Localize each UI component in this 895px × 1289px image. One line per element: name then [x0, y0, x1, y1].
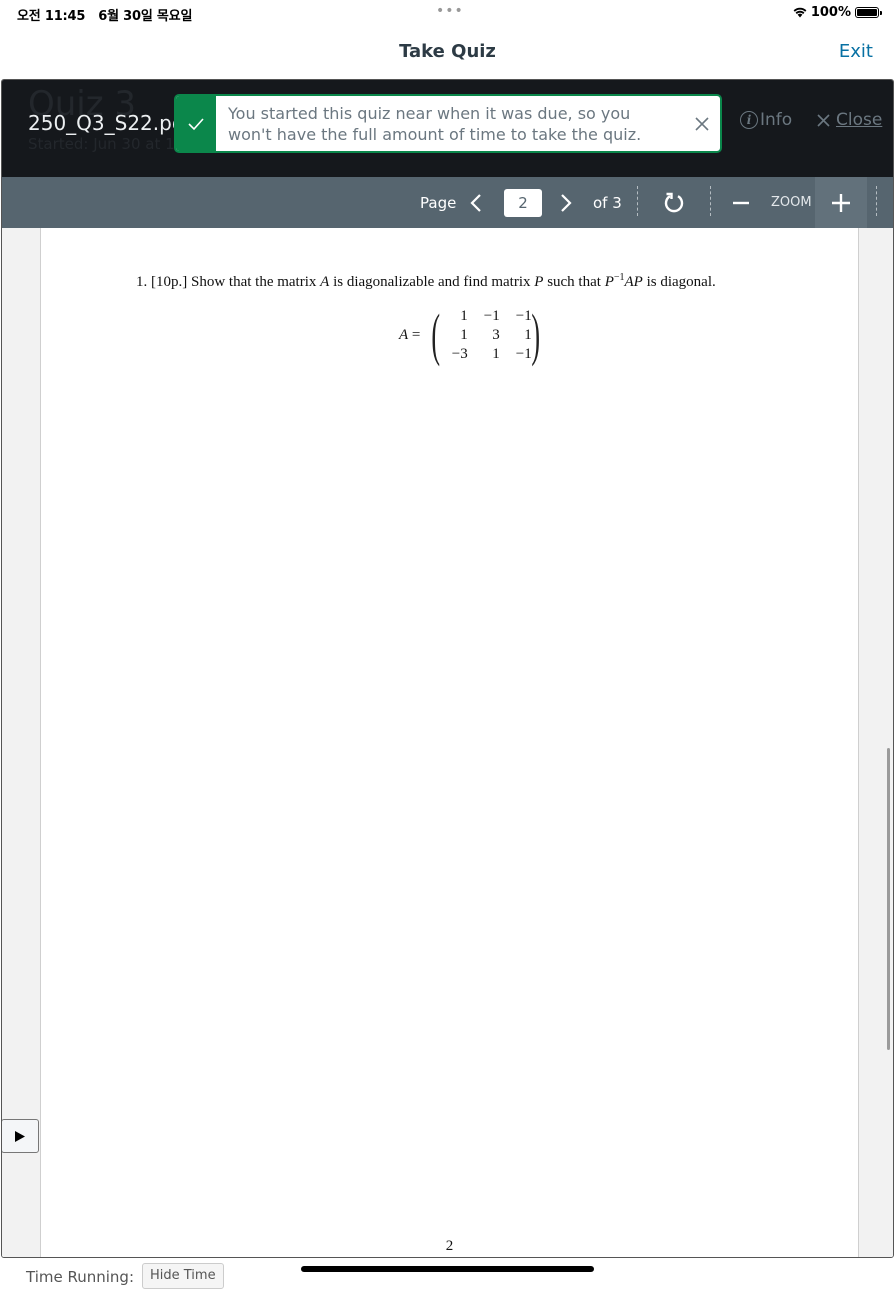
question-text: 1. [10p.] Show that the matrix A is diag… [136, 272, 716, 291]
close-button[interactable]: Close [817, 110, 882, 130]
matrix-cell: −1 [515, 307, 532, 324]
file-name: 250_Q3_S22.pdf [28, 111, 192, 135]
info-icon: i [740, 111, 758, 129]
hide-time-button[interactable]: Hide Time [142, 1263, 224, 1289]
matrix-cell: −3 [451, 345, 468, 362]
time-running-label: Time Running: [26, 1268, 134, 1286]
matrix-a: A = ( 1 −1 −1 1 3 1 −3 1 −1 ) [399, 306, 545, 364]
wifi-icon [793, 7, 807, 18]
status-indicators: 100% [793, 5, 882, 20]
close-label: Close [836, 110, 883, 130]
matrix-cell: 1 [460, 326, 468, 343]
status-date: 6월 30일 목요일 [98, 9, 193, 24]
divider [637, 186, 638, 216]
close-icon [695, 116, 709, 131]
chevron-right-icon [561, 193, 572, 212]
var-a: A [320, 274, 330, 290]
matrix-cell: −1 [515, 345, 532, 362]
rotate-icon [664, 192, 684, 212]
status-time: 오전 11:45 [17, 9, 86, 24]
page-number-input[interactable]: 2 [504, 188, 542, 217]
exit-button[interactable]: Exit [839, 41, 873, 62]
question-mid: is diagonalizable and find matrix [329, 274, 535, 290]
matrix-grid: 1 −1 −1 1 3 1 −3 1 −1 [440, 308, 532, 363]
viewer-header: Quiz 3 Started: Jun 30 at 1 250_Q3_S22.p… [2, 80, 893, 177]
matrix-cell: 1 [492, 345, 500, 362]
next-page-button[interactable] [560, 177, 572, 228]
quiz-started: Started: Jun 30 at 1 [28, 135, 175, 153]
minus-icon [733, 201, 749, 204]
page-count: of 3 [593, 193, 622, 212]
chevron-left-icon [470, 193, 481, 212]
page-label: Page [420, 193, 457, 212]
info-label: Info [760, 110, 793, 130]
rotate-button[interactable] [663, 177, 685, 228]
check-icon [176, 96, 216, 151]
matrix-cell: −1 [483, 307, 500, 324]
superscript: −1 [613, 272, 625, 283]
pdf-pages[interactable]: 1. [10p.] Show that the matrix A is diag… [2, 228, 893, 1257]
scrollbar[interactable] [887, 748, 890, 1050]
question-prefix: 1. [10p.] Show that the matrix [136, 274, 321, 290]
zoom-in-button[interactable] [832, 177, 850, 228]
prev-page-button[interactable] [470, 177, 482, 228]
matrix-label: A = [399, 326, 421, 343]
status-bar: 오전 11:45 6월 30일 목요일 ••• 100% [0, 0, 895, 26]
pdf-viewer: Quiz 3 Started: Jun 30 at 1 250_Q3_S22.p… [1, 79, 894, 1258]
alert-close-button[interactable] [684, 96, 720, 151]
page-title: Take Quiz [399, 41, 496, 62]
matrix-cell: 3 [492, 326, 500, 343]
status-time-date: 오전 11:45 6월 30일 목요일 [17, 5, 192, 24]
alert-message: You started this quiz near when it was d… [228, 104, 642, 144]
close-icon [817, 113, 830, 127]
footer: Time Running: Hide Time [0, 1258, 895, 1289]
question-mid2: such that [543, 274, 605, 290]
matrix-cell: 1 [524, 326, 532, 343]
page-footer-number: 2 [445, 1238, 454, 1254]
pdf-page: 1. [10p.] Show that the matrix A is diag… [40, 228, 859, 1257]
alert-banner: You started this quiz near when it was d… [174, 94, 722, 153]
zoom-label: ZOOM [771, 195, 812, 210]
divider [710, 186, 711, 216]
left-paren: ( [431, 302, 441, 367]
plus-icon [832, 193, 850, 212]
nav-bar: Take Quiz Exit [0, 26, 895, 78]
zoom-out-button[interactable] [733, 177, 749, 228]
home-indicator[interactable] [301, 1266, 594, 1272]
pdf-toolbar: Page 2 of 3 ZOOM [2, 177, 893, 228]
play-button[interactable] [2, 1119, 39, 1153]
var-ap: AP [624, 274, 643, 290]
battery-percent: 100% [810, 5, 851, 20]
play-icon [15, 1130, 25, 1142]
info-button[interactable]: i Info [740, 110, 792, 130]
var-p-inverse: P [604, 274, 614, 290]
question-suffix: is diagonal. [642, 274, 716, 290]
battery-icon [855, 7, 882, 18]
divider [876, 186, 877, 216]
matrix-cell: 1 [460, 307, 468, 324]
right-paren: ) [531, 302, 540, 367]
multitask-dots-icon[interactable]: ••• [436, 3, 464, 19]
